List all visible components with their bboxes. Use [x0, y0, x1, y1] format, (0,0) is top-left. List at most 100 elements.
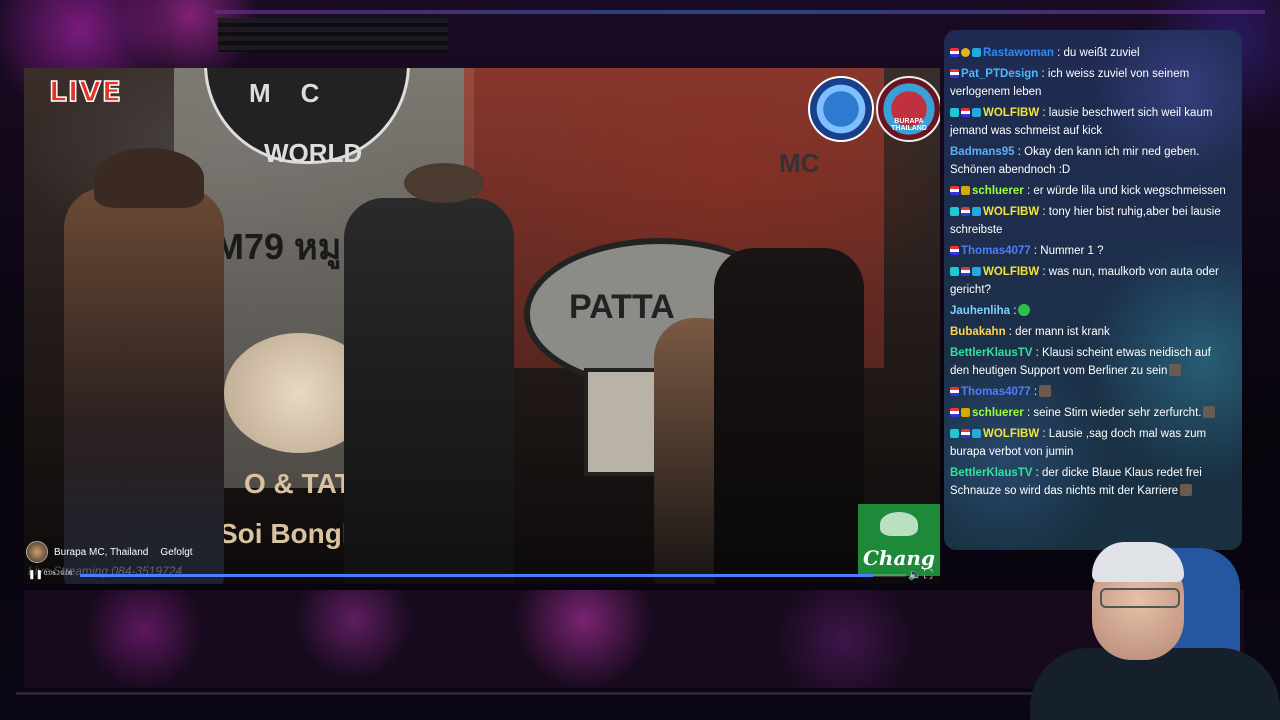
volume-icon[interactable]: 🔈 — [908, 568, 922, 581]
elephant-icon — [880, 512, 918, 536]
chat-message: Rastawoman : du weißt zuviel — [950, 44, 1242, 62]
chat-username[interactable]: Badmans95 — [950, 146, 1015, 158]
flag-badge-icon — [961, 429, 970, 438]
chat-message-list: Rastawoman : du weißt zuviel Pat_PTDesign… — [944, 30, 1242, 500]
chat-text: : er würde lila und kick wegschmeissen — [1026, 185, 1226, 197]
chat-message: Thomas4077 : Nummer 1 ? — [950, 242, 1242, 260]
live-badge: LIVE — [48, 74, 123, 109]
chat-message: Thomas4077 : — [950, 383, 1242, 401]
chat-message: WOLFIBW : tony hier bist ruhig,aber bei … — [950, 203, 1242, 239]
chat-message: Jauhenliha : — [950, 302, 1242, 320]
sub-badge-icon — [950, 267, 959, 276]
banner-world-text: WORLD — [264, 138, 363, 168]
chat-username[interactable]: schluerer — [972, 185, 1024, 197]
burapa-logo-text: BURAPA THAILAND — [891, 118, 927, 132]
flag-badge-icon — [950, 48, 959, 57]
emote-icon — [1203, 406, 1216, 418]
pixel-badge-icon — [972, 267, 981, 276]
flag-badge-icon — [961, 267, 970, 276]
performer-1-hat — [94, 148, 204, 208]
chat-username[interactable]: schluerer — [972, 407, 1024, 419]
glasses — [1100, 588, 1180, 608]
flag-badge-icon — [950, 246, 959, 255]
performer-3 — [714, 248, 864, 584]
sub-badge-icon — [950, 108, 959, 117]
emote-icon — [1018, 304, 1031, 316]
chat-username[interactable]: Bubakahn — [950, 326, 1006, 338]
pixel-badge-icon — [972, 48, 981, 57]
fullscreen-icon[interactable]: ⛶ — [924, 567, 932, 582]
redacted-title-area — [218, 18, 448, 52]
banner-mc-text: MC — [249, 78, 350, 108]
chat-text: : — [1013, 305, 1017, 317]
chat-message: Pat_PTDesign : ich weiss zuviel von sein… — [950, 65, 1242, 101]
progress-bar[interactable] — [80, 574, 906, 577]
top-accent-strip — [215, 10, 1265, 14]
emote-icon — [1180, 484, 1193, 496]
pixel-badge-icon — [972, 108, 981, 117]
progress-fill — [80, 574, 873, 577]
chat-username[interactable]: Thomas4077 — [961, 386, 1031, 398]
chat-username[interactable]: WOLFIBW — [983, 266, 1039, 278]
flag-badge-icon — [950, 408, 959, 417]
chat-text: : der mann ist krank — [1008, 326, 1110, 338]
chat-username[interactable]: Pat_PTDesign — [961, 68, 1038, 80]
sub-badge-icon — [950, 429, 959, 438]
emote-icon — [1169, 364, 1182, 376]
crown-badge-icon — [961, 408, 970, 417]
pixel-badge-icon — [972, 207, 981, 216]
chat-message: schluerer : er würde lila und kick wegsc… — [950, 182, 1242, 200]
chat-message: BettlerKlausTV : der dicke Blaue Klaus r… — [950, 464, 1242, 500]
banner-pattaya-text: PATTA — [569, 288, 675, 326]
chat-message: schluerer : seine Stirn wieder sehr zerf… — [950, 404, 1242, 422]
emote-icon — [1039, 385, 1052, 397]
chat-message: WOLFIBW : was nun, maulkorb von auta ode… — [950, 263, 1242, 299]
chat-message: WOLFIBW : Lausie ,sag doch mal was zum b… — [950, 425, 1242, 461]
chat-username[interactable]: BettlerKlausTV — [950, 467, 1032, 479]
flag-badge-icon — [950, 387, 959, 396]
time-display: 0:06 / 0:06 — [44, 571, 73, 577]
banner-tat-text: O & TAT — [244, 468, 352, 499]
pause-icon[interactable]: ❚❚ — [28, 570, 43, 579]
streamer-body — [1030, 648, 1280, 720]
channel-bar: Burapa MC, Thailand Gefolgt — [24, 541, 193, 563]
chat-username[interactable]: BettlerKlausTV — [950, 347, 1032, 359]
performer-2 — [344, 198, 514, 584]
chat-panel[interactable]: Rastawoman : du weißt zuviel Pat_PTDesign… — [944, 30, 1242, 550]
chang-sponsor-logo: Chang — [858, 504, 940, 576]
chat-text: : seine Stirn wieder sehr zerfurcht. — [1026, 407, 1202, 419]
chat-username[interactable]: Jauhenliha — [950, 305, 1010, 317]
flag-badge-icon — [961, 108, 970, 117]
chat-message: BettlerKlausTV : Klausi scheint etwas ne… — [950, 344, 1242, 380]
chat-username[interactable]: Rastawoman — [983, 47, 1054, 59]
gold-badge-icon — [961, 48, 970, 57]
flag-badge-icon — [950, 186, 959, 195]
flag-badge-icon — [950, 69, 959, 78]
chat-message: Badmans95 : Okay den kann ich mir ned ge… — [950, 143, 1242, 179]
performer-2-hat — [404, 163, 484, 203]
flag-badge-icon — [961, 207, 970, 216]
banner-right-mc-text: MC — [779, 148, 820, 178]
chat-username[interactable]: WOLFIBW — [983, 428, 1039, 440]
chat-username[interactable]: WOLFIBW — [983, 206, 1039, 218]
channel-avatar[interactable] — [26, 541, 48, 563]
chat-message: WOLFIBW : lausie beschwert sich weil kau… — [950, 104, 1242, 140]
club-logo-1 — [808, 76, 874, 142]
chat-message: Bubakahn : der mann ist krank — [950, 323, 1242, 341]
chat-text: : — [1033, 386, 1038, 398]
pixel-badge-icon — [972, 429, 981, 438]
crown-badge-icon — [961, 186, 970, 195]
burapa-logo: BURAPA THAILAND — [876, 76, 940, 142]
chat-text: : Nummer 1 ? — [1033, 245, 1104, 257]
chat-username[interactable]: WOLFIBW — [983, 107, 1039, 119]
banner-m79-text: M79 หมู — [214, 226, 342, 267]
sub-badge-icon — [950, 207, 959, 216]
video-player[interactable]: MC WORLD M79 หมู O & TAT Soi Bongkot 8 P… — [24, 68, 940, 584]
webcam-overlay — [1000, 528, 1280, 720]
channel-name[interactable]: Burapa MC, Thailand — [54, 547, 148, 558]
follow-status[interactable]: Gefolgt — [160, 547, 192, 558]
performer-1 — [64, 188, 224, 584]
chat-username[interactable]: Thomas4077 — [961, 245, 1031, 257]
chat-text: : du weißt zuviel — [1057, 47, 1140, 59]
streamer-hair — [1092, 542, 1184, 582]
